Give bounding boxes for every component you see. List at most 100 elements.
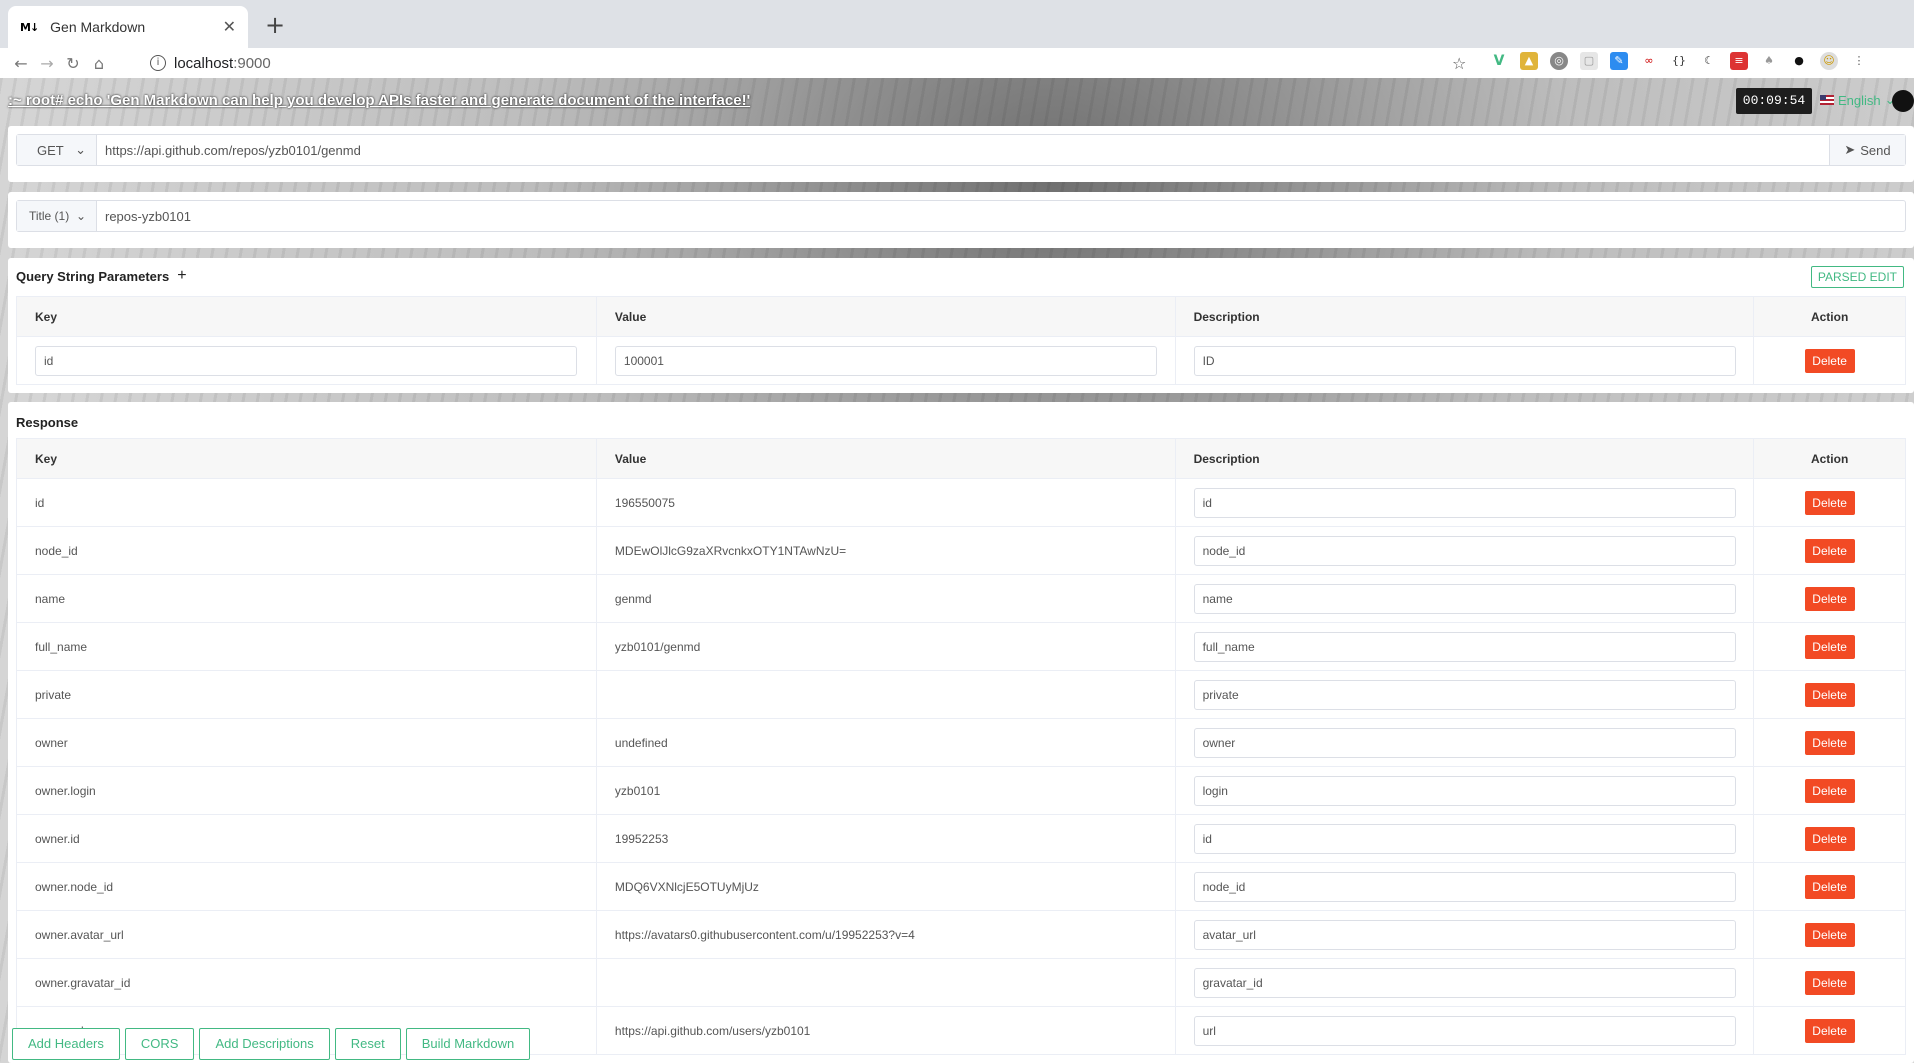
table-row: id 100001 ID Delete bbox=[16, 336, 1906, 385]
param-value-input[interactable]: 100001 bbox=[614, 345, 1157, 376]
build-markdown-button[interactable]: Build Markdown bbox=[405, 1028, 531, 1060]
method-select[interactable]: GET ⌄ bbox=[17, 135, 97, 165]
column-header-description: Description bbox=[1174, 438, 1755, 479]
extensions-row: V ▲ ◎ ▢ ✎ ∞ {} ☾ ≡ ♠ ● ☺ ⋮ bbox=[1490, 52, 1868, 70]
delete-button[interactable]: Delete bbox=[1804, 586, 1855, 611]
home-icon[interactable]: ⌂ bbox=[86, 50, 112, 76]
markdown-favicon-icon: M↓ bbox=[20, 20, 39, 34]
extension-icon[interactable]: ▢ bbox=[1580, 52, 1598, 70]
us-flag-icon bbox=[1820, 95, 1834, 105]
json-viewer-icon[interactable]: {} bbox=[1670, 52, 1688, 70]
response-value: https://avatars0.githubusercontent.com/u… bbox=[595, 910, 1176, 959]
delete-button[interactable]: Delete bbox=[1804, 970, 1855, 995]
response-description-cell: id bbox=[1174, 814, 1755, 863]
response-value bbox=[595, 958, 1176, 1007]
response-value bbox=[595, 670, 1176, 719]
param-description-input[interactable]: ID bbox=[1193, 345, 1736, 376]
send-button[interactable]: ➤ Send bbox=[1829, 135, 1905, 165]
description-input[interactable]: login bbox=[1193, 775, 1736, 806]
delete-button[interactable]: Delete bbox=[1804, 778, 1855, 803]
description-input[interactable]: avatar_url bbox=[1193, 919, 1736, 950]
response-action-cell: Delete bbox=[1753, 670, 1906, 719]
query-params-card: Query String Parameters + PARSED EDIT Ke… bbox=[8, 258, 1914, 393]
table-row: owner.login yzb0101 login Delete bbox=[16, 766, 1906, 815]
response-description-cell: url bbox=[1174, 1006, 1755, 1055]
description-input[interactable]: gravatar_id bbox=[1193, 967, 1736, 998]
add-param-icon[interactable]: + bbox=[177, 267, 186, 285]
extension-icon[interactable]: ≡ bbox=[1730, 52, 1748, 70]
response-description-cell: id bbox=[1174, 478, 1755, 527]
address-bar[interactable]: i localhost:9000 bbox=[142, 50, 1482, 76]
response-key: owner.node_id bbox=[16, 862, 597, 911]
delete-button[interactable]: Delete bbox=[1804, 826, 1855, 851]
tab-title: Gen Markdown bbox=[50, 19, 146, 35]
column-header-action: Action bbox=[1753, 296, 1906, 337]
response-action-cell: Delete bbox=[1753, 814, 1906, 863]
back-arrow-icon[interactable]: ← bbox=[8, 50, 34, 76]
response-action-cell: Delete bbox=[1753, 958, 1906, 1007]
chrome-menu-icon[interactable]: ⋮ bbox=[1850, 52, 1868, 70]
browser-tab-bar: M↓ Gen Markdown ✕ + bbox=[0, 0, 1914, 48]
description-input[interactable]: id bbox=[1193, 823, 1736, 854]
terminal-banner-link[interactable]: :~ root# echo 'Gen Markdown can help you… bbox=[8, 92, 750, 109]
language-switcher[interactable]: English ⌄ bbox=[1820, 92, 1896, 108]
response-key: private bbox=[16, 670, 597, 719]
response-key: owner.avatar_url bbox=[16, 910, 597, 959]
cors-button[interactable]: CORS bbox=[124, 1028, 195, 1060]
dark-mode-icon[interactable]: ☾ bbox=[1700, 52, 1718, 70]
description-input[interactable]: id bbox=[1193, 487, 1736, 518]
extension-icon[interactable]: ◎ bbox=[1550, 52, 1568, 70]
delete-button[interactable]: Delete bbox=[1804, 682, 1855, 707]
send-arrow-icon: ➤ bbox=[1844, 142, 1856, 157]
title-input[interactable]: repos-yzb0101 bbox=[97, 201, 1905, 231]
vue-devtools-icon[interactable]: V bbox=[1490, 52, 1508, 70]
delete-button[interactable]: Delete bbox=[1804, 1018, 1855, 1043]
response-key: node_id bbox=[16, 526, 597, 575]
description-input[interactable]: name bbox=[1193, 583, 1736, 614]
reload-icon[interactable]: ↻ bbox=[60, 50, 86, 76]
extension-icon[interactable]: ♠ bbox=[1760, 52, 1778, 70]
forward-arrow-icon[interactable]: → bbox=[34, 50, 60, 76]
description-input[interactable]: node_id bbox=[1193, 535, 1736, 566]
table-row: owner.id 19952253 id Delete bbox=[16, 814, 1906, 863]
delete-button[interactable]: Delete bbox=[1804, 490, 1855, 515]
extension-icon[interactable]: ∞ bbox=[1640, 52, 1658, 70]
description-input[interactable]: node_id bbox=[1193, 871, 1736, 902]
description-input[interactable]: url bbox=[1193, 1015, 1736, 1046]
delete-button[interactable]: Delete bbox=[1804, 538, 1855, 563]
delete-button[interactable]: Delete bbox=[1804, 634, 1855, 659]
description-input[interactable]: full_name bbox=[1193, 631, 1736, 662]
description-input[interactable]: owner bbox=[1193, 727, 1736, 758]
table-row: owner.gravatar_id gravatar_id Delete bbox=[16, 958, 1906, 1007]
address-url: localhost:9000 bbox=[174, 54, 271, 72]
column-header-action: Action bbox=[1753, 438, 1906, 479]
response-description-cell: owner bbox=[1174, 718, 1755, 767]
response-value: MDEwOlJlcG9zaXRvcnkxOTY1NTAwNzU= bbox=[595, 526, 1176, 575]
github-icon[interactable] bbox=[1892, 90, 1914, 112]
param-key-input[interactable]: id bbox=[35, 345, 577, 376]
delete-button[interactable]: Delete bbox=[1804, 348, 1855, 373]
parsed-edit-button[interactable]: PARSED EDIT bbox=[1810, 266, 1904, 288]
response-table: Key Value Description Action id 196550075… bbox=[16, 438, 1906, 1055]
delete-button[interactable]: Delete bbox=[1804, 874, 1855, 899]
github-extension-icon[interactable]: ● bbox=[1790, 52, 1808, 70]
url-input[interactable]: https://api.github.com/repos/yzb0101/gen… bbox=[97, 135, 1829, 165]
add-headers-button[interactable]: Add Headers bbox=[12, 1028, 120, 1060]
response-action-cell: Delete bbox=[1753, 574, 1906, 623]
site-info-icon[interactable]: i bbox=[150, 55, 166, 71]
delete-button[interactable]: Delete bbox=[1804, 922, 1855, 947]
response-key: owner.login bbox=[16, 766, 597, 815]
delete-button[interactable]: Delete bbox=[1804, 730, 1855, 755]
table-row: name genmd name Delete bbox=[16, 574, 1906, 623]
close-tab-icon[interactable]: ✕ bbox=[223, 17, 236, 37]
extension-icon[interactable]: ▲ bbox=[1520, 52, 1538, 70]
bookmark-star-icon[interactable]: ☆ bbox=[1452, 54, 1466, 73]
reset-button[interactable]: Reset bbox=[334, 1028, 401, 1060]
description-input[interactable]: private bbox=[1193, 679, 1736, 710]
extension-icon[interactable]: ✎ bbox=[1610, 52, 1628, 70]
new-tab-icon[interactable]: + bbox=[260, 12, 290, 42]
add-descriptions-button[interactable]: Add Descriptions bbox=[199, 1028, 330, 1060]
title-level-select[interactable]: Title (1) ⌄ bbox=[17, 201, 97, 231]
profile-avatar-icon[interactable]: ☺ bbox=[1820, 52, 1838, 70]
browser-tab[interactable]: M↓ Gen Markdown ✕ bbox=[8, 6, 248, 48]
